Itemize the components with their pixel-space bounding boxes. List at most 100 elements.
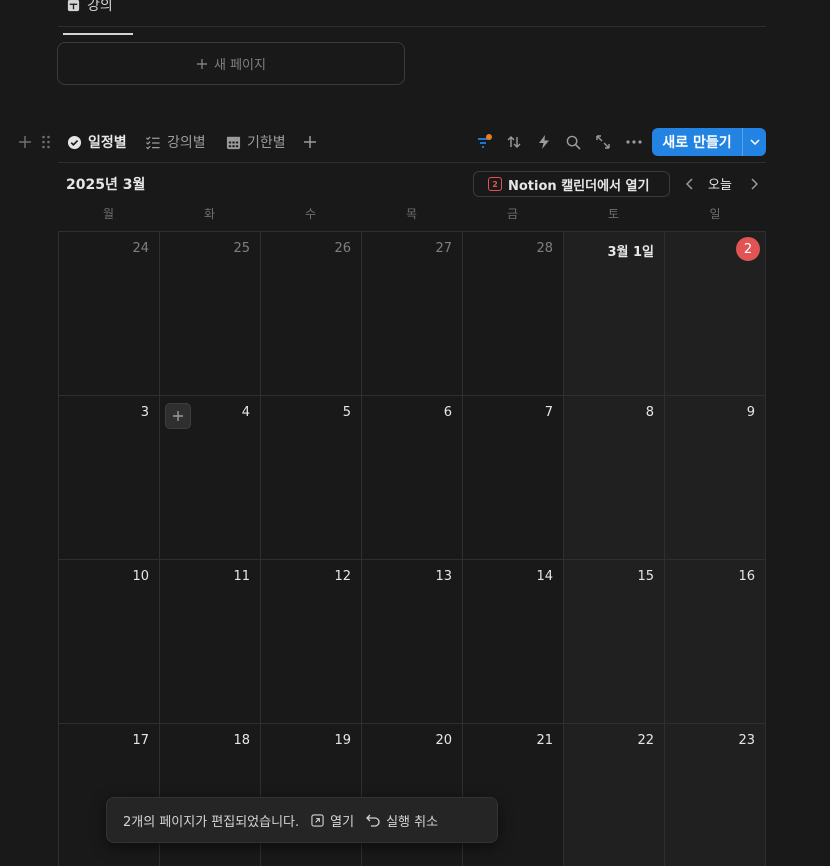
divider: [58, 162, 766, 163]
today-button[interactable]: 오늘: [708, 174, 732, 193]
search-button[interactable]: [562, 128, 584, 156]
calendar-day[interactable]: 11: [160, 560, 261, 724]
previous-month-button[interactable]: [679, 174, 699, 194]
calendar-day[interactable]: 7: [463, 396, 564, 560]
undo-icon: [366, 814, 380, 827]
expand-button[interactable]: [592, 128, 614, 156]
calendar-day[interactable]: 17: [59, 724, 160, 866]
day-number: 3: [140, 405, 149, 420]
tab-by-deadline[interactable]: 기한별: [226, 128, 286, 156]
calendar-day[interactable]: 26: [261, 232, 362, 396]
new-button[interactable]: 새로 만들기: [652, 128, 742, 156]
open-in-calendar-button[interactable]: 2 Notion 캘린더에서 열기: [473, 171, 670, 197]
sort-button[interactable]: [503, 128, 525, 156]
calendar-grid-icon: [226, 136, 241, 149]
day-number: 28: [536, 241, 553, 256]
check-circle-icon: [67, 135, 82, 149]
plus-icon: [197, 58, 207, 69]
add-block-button[interactable]: [18, 128, 32, 156]
day-number: 23: [738, 733, 755, 748]
automation-icon: [539, 135, 549, 149]
tab-label: 일정별: [88, 135, 127, 151]
calendar-day[interactable]: 4: [160, 396, 261, 560]
calendar-day[interactable]: 10: [59, 560, 160, 724]
day-number: 25: [233, 241, 250, 256]
calendar-day[interactable]: 19: [261, 724, 362, 866]
plus-icon: [19, 136, 31, 148]
active-tab-indicator: [63, 33, 133, 35]
calendar-day[interactable]: 23: [665, 724, 766, 866]
calendar-day[interactable]: 3: [59, 396, 160, 560]
new-dropdown-button[interactable]: [743, 128, 766, 156]
calendar-grid: 24 25 26 27 28 3월 1일 2 3 4 5 6 7 8 9 10 …: [58, 231, 766, 866]
more-button[interactable]: [623, 128, 645, 156]
calendar-week: 3 4 5 6 7 8 9: [59, 396, 766, 560]
calendar-week: 10 11 12 13 14 15 16: [59, 560, 766, 724]
day-number: 4: [241, 405, 250, 420]
calendar-day[interactable]: 21: [463, 724, 564, 866]
day-number: 17: [132, 733, 149, 748]
day-number: 19: [334, 733, 351, 748]
new-button-group: 새로 만들기: [652, 128, 766, 156]
tab-label: 기한별: [247, 135, 286, 151]
weekday-label: 일: [709, 207, 721, 221]
today-badge: 2: [736, 237, 760, 261]
drag-handle[interactable]: [41, 128, 51, 156]
day-number: 3월 1일: [607, 245, 654, 260]
toast-open-button[interactable]: 열기: [311, 811, 354, 830]
chevron-right-icon: [750, 178, 758, 190]
filter-button[interactable]: [473, 128, 495, 156]
calendar-day[interactable]: 12: [261, 560, 362, 724]
add-view-button[interactable]: [303, 128, 317, 156]
calendar-day[interactable]: 18: [160, 724, 261, 866]
chevron-down-icon: [749, 139, 760, 145]
toast-open-label: 열기: [330, 814, 355, 830]
page-stack-icon: [67, 0, 80, 11]
calendar-day[interactable]: 5: [261, 396, 362, 560]
page-item-lecture[interactable]: 강의: [66, 0, 113, 15]
open-in-calendar-label: Notion 캘린더에서 열기: [508, 178, 650, 194]
day-number: 12: [334, 569, 351, 584]
sort-icon: [507, 136, 521, 148]
weekday-label: 화: [203, 207, 216, 221]
calendar-day[interactable]: 15: [564, 560, 665, 724]
weekday-label: 수: [304, 207, 317, 221]
day-number: 11: [233, 569, 250, 584]
calendar-day[interactable]: 20: [362, 724, 463, 866]
calendar-day[interactable]: 9: [665, 396, 766, 560]
plus-icon: [304, 136, 316, 148]
day-number: 8: [645, 405, 654, 420]
day-number: 5: [342, 405, 351, 420]
calendar-day[interactable]: 25: [160, 232, 261, 396]
edit-toast: 2개의 페이지가 편집되었습니다. 열기 실행 취소: [106, 797, 498, 843]
calendar-day[interactable]: 3월 1일: [564, 232, 665, 396]
calendar-day[interactable]: 22: [564, 724, 665, 866]
search-icon: [566, 135, 581, 150]
calendar-day-today[interactable]: 2: [665, 232, 766, 396]
tab-by-lecture[interactable]: 강의별: [145, 128, 206, 156]
calendar-day[interactable]: 13: [362, 560, 463, 724]
calendar-day[interactable]: 28: [463, 232, 564, 396]
calendar-day[interactable]: 6: [362, 396, 463, 560]
toast-undo-button[interactable]: 실행 취소: [366, 811, 438, 830]
day-number: 22: [637, 733, 654, 748]
toast-undo-label: 실행 취소: [386, 814, 439, 830]
day-number: 13: [435, 569, 452, 584]
add-event-button[interactable]: [165, 403, 191, 429]
calendar-day[interactable]: 8: [564, 396, 665, 560]
automation-button[interactable]: [533, 128, 555, 156]
tab-schedule[interactable]: 일정별: [67, 128, 127, 156]
calendar-week: 24 25 26 27 28 3월 1일 2: [59, 232, 766, 396]
day-number: 14: [536, 569, 553, 584]
more-icon: [626, 140, 642, 144]
next-month-button[interactable]: [744, 174, 764, 194]
calendar-day[interactable]: 24: [59, 232, 160, 396]
day-number: 16: [738, 569, 755, 584]
calendar-day[interactable]: 16: [665, 560, 766, 724]
new-page-label: 새 페이지: [214, 58, 266, 73]
month-title: 2025년 3월: [66, 177, 146, 193]
page-item-label: 강의: [87, 0, 113, 14]
calendar-day[interactable]: 14: [463, 560, 564, 724]
calendar-day[interactable]: 27: [362, 232, 463, 396]
new-page-button[interactable]: 새 페이지: [57, 42, 405, 85]
